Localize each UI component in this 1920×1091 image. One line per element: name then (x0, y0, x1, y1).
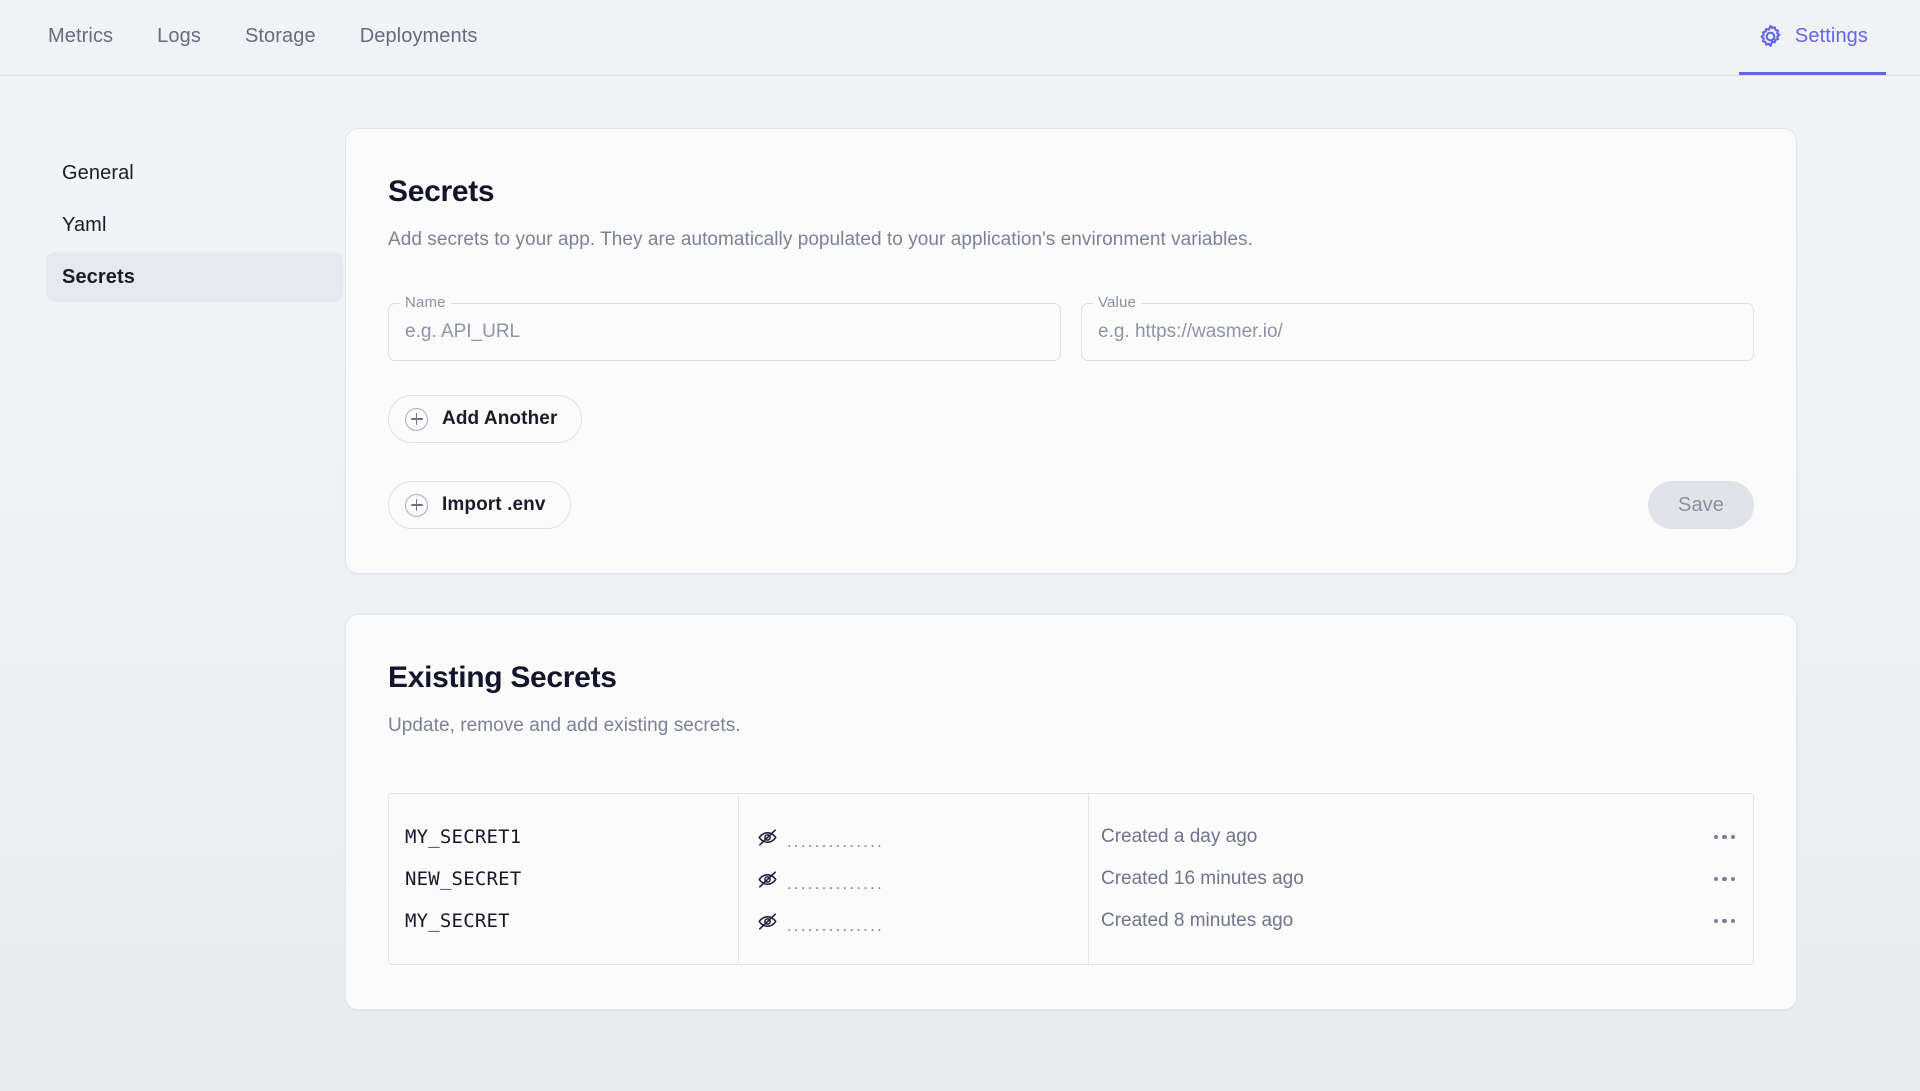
tab-settings[interactable]: Settings (1738, 0, 1886, 75)
eye-off-icon[interactable] (757, 869, 778, 890)
tab-logs-label: Logs (157, 24, 201, 47)
sidebar-item-secrets[interactable]: Secrets (46, 252, 343, 302)
secret-name: NEW_SECRET (405, 868, 522, 890)
row-menu-icon[interactable] (1710, 871, 1740, 888)
table-row: Created 8 minutes ago (1101, 900, 1739, 942)
secret-created-text: Created 8 minutes ago (1101, 910, 1294, 931)
masked-value: .............. (757, 827, 884, 851)
existing-secrets-table: MY_SECRET1 NEW_SECRET MY_SECRET ........… (388, 793, 1754, 965)
table-row: .............. (757, 900, 1088, 942)
row-menu-icon[interactable] (1710, 913, 1740, 930)
import-save-row: Import .env Save (388, 481, 1754, 529)
tab-settings-label: Settings (1794, 24, 1868, 47)
table-column-meta: Created a day ago Created 16 minutes ago… (1089, 794, 1753, 964)
sidebar-item-yaml-label: Yaml (62, 213, 107, 236)
tab-metrics-label: Metrics (48, 24, 114, 47)
table-row: Created a day ago (1101, 816, 1739, 858)
table-row: Created 16 minutes ago (1101, 858, 1739, 900)
row-menu-icon[interactable] (1710, 829, 1740, 846)
table-row: NEW_SECRET (405, 858, 738, 900)
settings-sidebar: General Yaml Secrets (0, 128, 345, 304)
secrets-card-description: Add secrets to your app. They are automa… (388, 229, 1253, 250)
tab-logs[interactable]: Logs (135, 0, 223, 75)
secrets-card: Secrets Add secrets to your app. They ar… (345, 128, 1797, 574)
table-row: .............. (757, 858, 1088, 900)
sidebar-item-secrets-label: Secrets (62, 265, 135, 288)
save-button[interactable]: Save (1648, 481, 1754, 529)
masked-value: .............. (757, 911, 884, 935)
secret-value-field-wrapper: Value (1081, 294, 1754, 361)
add-another-label: Add Another (442, 408, 558, 429)
existing-secrets-title: Existing Secrets (388, 661, 617, 694)
import-env-label: Import .env (442, 494, 546, 515)
add-another-button[interactable]: Add Another (388, 395, 583, 443)
gear-icon (1757, 23, 1784, 50)
eye-off-icon[interactable] (757, 911, 778, 932)
masked-dots: .............. (787, 831, 884, 851)
import-env-button[interactable]: Import .env (388, 481, 571, 529)
secrets-card-title: Secrets (388, 175, 495, 208)
secret-entry-row: Name Value (388, 294, 1754, 361)
existing-secrets-description: Update, remove and add existing secrets. (388, 715, 741, 736)
tab-storage-label: Storage (244, 24, 316, 47)
secret-created-text: Created 16 minutes ago (1101, 868, 1304, 889)
plus-circle-icon (405, 407, 428, 431)
table-row: MY_SECRET1 (405, 816, 738, 858)
secret-value-field-box[interactable] (1081, 303, 1754, 361)
sidebar-item-general[interactable]: General (46, 148, 345, 198)
secret-name-field-box[interactable] (388, 303, 1061, 361)
masked-dots: .............. (787, 873, 884, 893)
table-row: MY_SECRET (405, 900, 738, 942)
top-navigation-bar: Metrics Logs Storage Deployments Setting… (0, 0, 1920, 76)
settings-main-panel: Secrets Add secrets to your app. They ar… (345, 128, 1845, 1050)
page-content: General Yaml Secrets Secrets Add secrets… (0, 76, 1920, 1050)
existing-secrets-card: Existing Secrets Update, remove and add … (345, 614, 1797, 1010)
tab-deployments[interactable]: Deployments (338, 0, 500, 75)
masked-dots: .............. (787, 915, 884, 935)
secret-name: MY_SECRET1 (405, 826, 522, 848)
secret-name-field-wrapper: Name (388, 294, 1061, 361)
add-another-row: Add Another (388, 395, 1754, 443)
table-row: .............. (757, 816, 1088, 858)
secret-value-input[interactable] (1098, 321, 1737, 343)
secret-created-text: Created a day ago (1101, 826, 1258, 847)
secondary-nav: Settings (1738, 0, 1886, 75)
table-column-names: MY_SECRET1 NEW_SECRET MY_SECRET (389, 794, 739, 964)
tab-storage[interactable]: Storage (223, 0, 338, 75)
sidebar-item-general-label: General (62, 161, 134, 184)
sidebar-item-yaml[interactable]: Yaml (46, 200, 345, 250)
table-column-values: .............. .............. ..........… (739, 794, 1089, 964)
secret-name: MY_SECRET (405, 910, 510, 932)
plus-circle-icon (405, 493, 428, 517)
tab-deployments-label: Deployments (359, 24, 478, 47)
primary-nav-tabs: Metrics Logs Storage Deployments (40, 0, 500, 75)
tab-metrics[interactable]: Metrics (40, 0, 135, 75)
masked-value: .............. (757, 869, 884, 893)
secret-name-input[interactable] (405, 321, 1044, 343)
eye-off-icon[interactable] (757, 827, 778, 848)
